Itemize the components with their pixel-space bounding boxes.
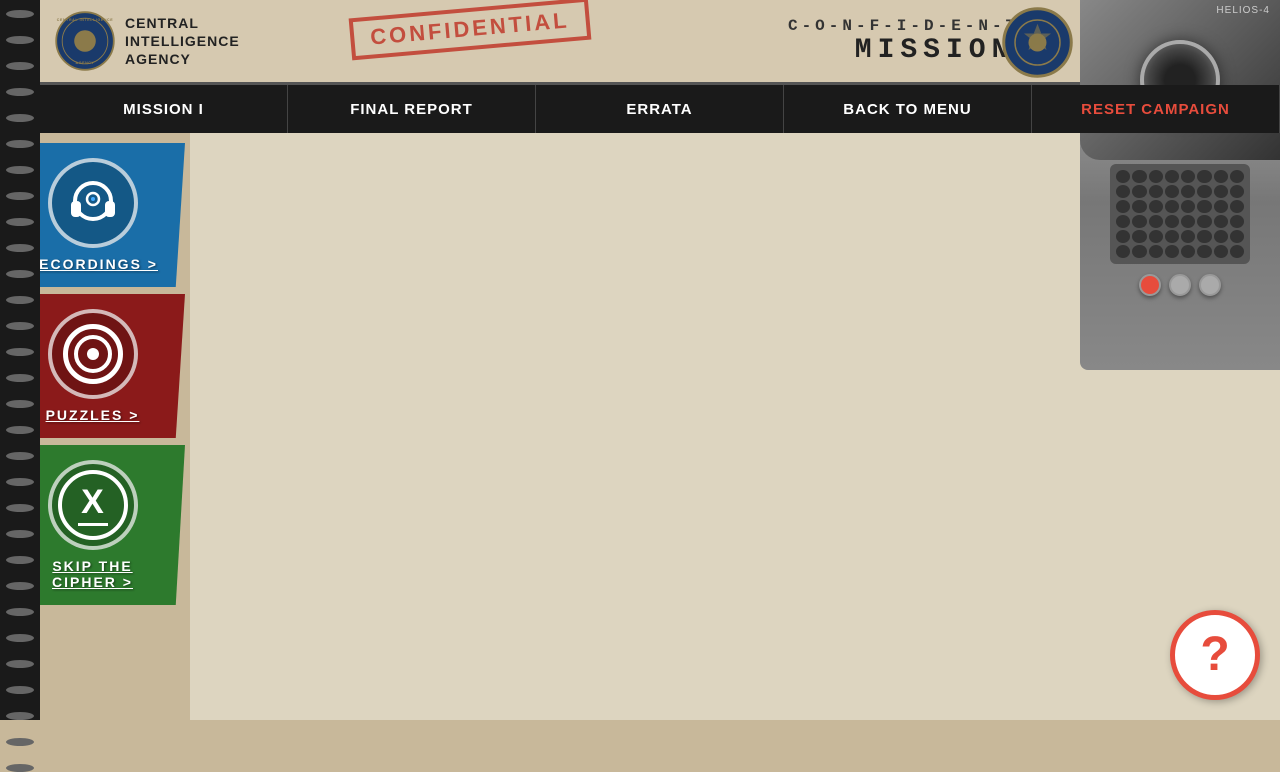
spiral-ring <box>6 686 34 694</box>
skip-cipher-icon-circle: X <box>48 460 138 550</box>
puzzles-icon-circle <box>48 309 138 399</box>
cia-logo-area: CENTRAL INTELLIGENCE AGENCY CENTRAL INTE… <box>40 6 255 76</box>
spiral-ring <box>6 62 34 70</box>
spiral-ring <box>6 114 34 122</box>
spiral-ring <box>6 374 34 382</box>
svg-text:AGENCY: AGENCY <box>76 61 95 65</box>
spiral-ring <box>6 712 34 720</box>
spiral-ring <box>6 192 34 200</box>
svg-text:CENTRAL INTELLIGENCE: CENTRAL INTELLIGENCE <box>57 18 113 22</box>
cia-badge-header <box>1000 5 1075 80</box>
spiral-ring <box>6 426 34 434</box>
spiral-ring <box>6 10 34 18</box>
spiral-ring <box>6 140 34 148</box>
nav-item-errata[interactable]: Errata <box>536 85 784 133</box>
spiral-ring <box>6 296 34 304</box>
cia-title: CENTRAL INTELLIGENCE AGENCY <box>125 14 240 69</box>
spiral-ring <box>6 400 34 408</box>
spiral-ring <box>6 452 34 460</box>
spiral-ring <box>6 764 34 772</box>
navbar: MISSION I Final Report Errata Back to Me… <box>0 85 1280 133</box>
nav-item-mission-i[interactable]: MISSION I <box>40 85 288 133</box>
spiral-ring <box>6 530 34 538</box>
help-button[interactable]: ? <box>1170 610 1260 700</box>
spiral-ring <box>6 556 34 564</box>
recordings-label: RECORDINGS > <box>27 256 158 272</box>
recordings-icon-circle <box>48 158 138 248</box>
spiral-ring <box>6 582 34 590</box>
spiral-ring <box>6 348 34 356</box>
nav-item-final-report[interactable]: Final Report <box>288 85 536 133</box>
help-icon: ? <box>1200 631 1229 679</box>
spiral-ring <box>6 738 34 746</box>
x-icon: X <box>58 470 128 540</box>
spiral-ring <box>6 36 34 44</box>
spiral-ring <box>6 660 34 668</box>
recorder-buttons <box>1139 274 1221 296</box>
spiral-ring <box>6 504 34 512</box>
target-icon <box>63 324 123 384</box>
spiral-ring <box>6 322 34 330</box>
spiral-ring <box>6 270 34 278</box>
headphones-icon <box>63 173 123 233</box>
recorder-speaker <box>1110 164 1250 264</box>
puzzles-label: PUZZLES > <box>46 407 140 423</box>
confidential-stamp: CONFIDENTIAL <box>349 0 592 60</box>
record-button-gray2 <box>1199 274 1221 296</box>
record-button-gray <box>1169 274 1191 296</box>
camera-decoration: HELIOS-4 <box>1080 0 1280 160</box>
spiral-ring <box>6 608 34 616</box>
skip-cipher-label: SKIP THE CIPHER > <box>52 558 133 590</box>
header: CENTRAL INTELLIGENCE AGENCY CENTRAL INTE… <box>0 0 1280 85</box>
cia-seal-icon: CENTRAL INTELLIGENCE AGENCY <box>55 11 115 71</box>
nav-item-back-to-menu[interactable]: Back to Menu <box>784 85 1032 133</box>
spiral-ring <box>6 244 34 252</box>
nav-item-reset-campaign[interactable]: Reset Campaign <box>1032 85 1280 133</box>
spiral-ring <box>6 88 34 96</box>
spiral-binding <box>0 0 40 720</box>
spiral-ring <box>6 218 34 226</box>
spiral-ring <box>6 634 34 642</box>
spiral-ring <box>6 478 34 486</box>
spiral-ring <box>6 166 34 174</box>
record-button-red <box>1139 274 1161 296</box>
